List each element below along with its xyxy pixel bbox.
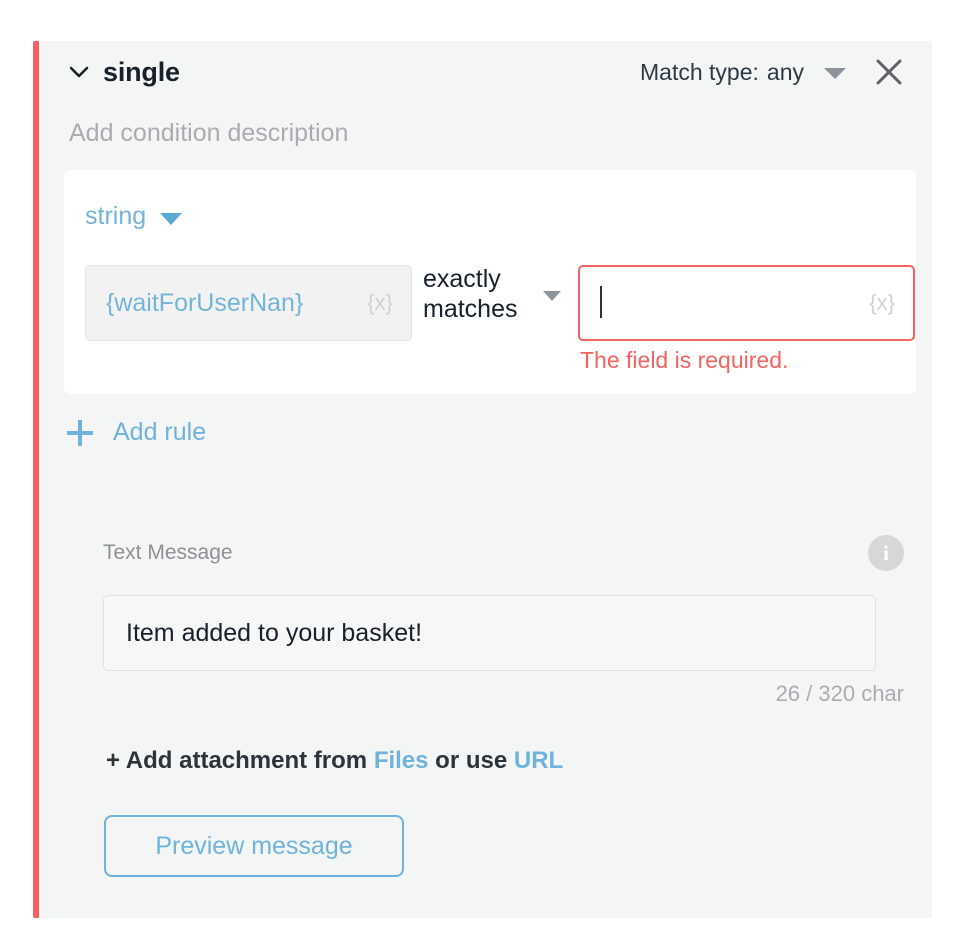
match-type-dropdown[interactable]: Match type: any — [640, 59, 846, 86]
text-message-label-row: Text Message i — [103, 535, 904, 571]
close-icon[interactable] — [872, 55, 906, 89]
rules-panel: string {waitForUserNan} {x} exactly matc… — [64, 170, 916, 394]
attachment-url-link[interactable]: URL — [514, 747, 563, 774]
rule-type-dropdown[interactable]: string — [85, 202, 183, 231]
add-rule-button[interactable]: Add rule — [67, 418, 206, 447]
condition-card: single Match type: any Add condition des… — [33, 41, 932, 918]
page-title: single — [103, 56, 180, 87]
text-cursor — [600, 286, 602, 318]
attachment-files-link[interactable]: Files — [374, 747, 429, 774]
chevron-down-icon[interactable] — [69, 62, 89, 82]
condition-header-left: single — [69, 57, 180, 88]
add-attachment-line: + Add attachment from Files or use URL — [106, 747, 563, 775]
value-token-icon[interactable]: {x} — [869, 290, 895, 316]
caret-down-icon — [160, 212, 183, 225]
match-type-value: any — [766, 58, 804, 85]
rule-value-input[interactable]: {x} — [578, 265, 915, 341]
rule-variable-value: {waitForUserNan} — [106, 288, 304, 317]
char-counter: 26 / 320 char — [775, 681, 904, 706]
caret-down-icon — [824, 67, 846, 79]
rule-value-wrapper: {x} The field is required. — [578, 265, 915, 373]
preview-message-button[interactable]: Preview message — [104, 815, 404, 877]
attachment-middle: or use — [428, 747, 514, 774]
rule-row: {waitForUserNan} {x} exactly matches {x}… — [85, 265, 915, 373]
text-message-value: Item added to your basket! — [126, 618, 423, 647]
add-rule-label: Add rule — [113, 418, 207, 446]
condition-header: single Match type: any — [39, 41, 932, 103]
plus-icon — [67, 419, 93, 446]
text-message-input[interactable]: Item added to your basket! — [103, 595, 876, 671]
field-error-message: The field is required. — [580, 347, 789, 373]
preview-message-label: Preview message — [155, 831, 353, 860]
variable-token-icon[interactable]: {x} — [367, 290, 393, 316]
rule-operator-dropdown[interactable]: exactly matches — [423, 265, 561, 324]
condition-header-right: Match type: any — [640, 55, 906, 89]
caret-down-icon — [543, 290, 561, 301]
rule-operator-value: exactly matches — [423, 265, 518, 323]
condition-description-input[interactable]: Add condition description — [69, 119, 348, 148]
attachment-prefix: + Add attachment from — [106, 747, 374, 774]
info-icon[interactable]: i — [868, 535, 904, 571]
rule-value-text — [600, 286, 859, 319]
match-type-label: Match type: — [640, 58, 759, 85]
rule-variable-field[interactable]: {waitForUserNan} {x} — [85, 265, 412, 341]
text-message-label: Text Message — [103, 541, 233, 564]
rule-type-value: string — [85, 202, 147, 230]
